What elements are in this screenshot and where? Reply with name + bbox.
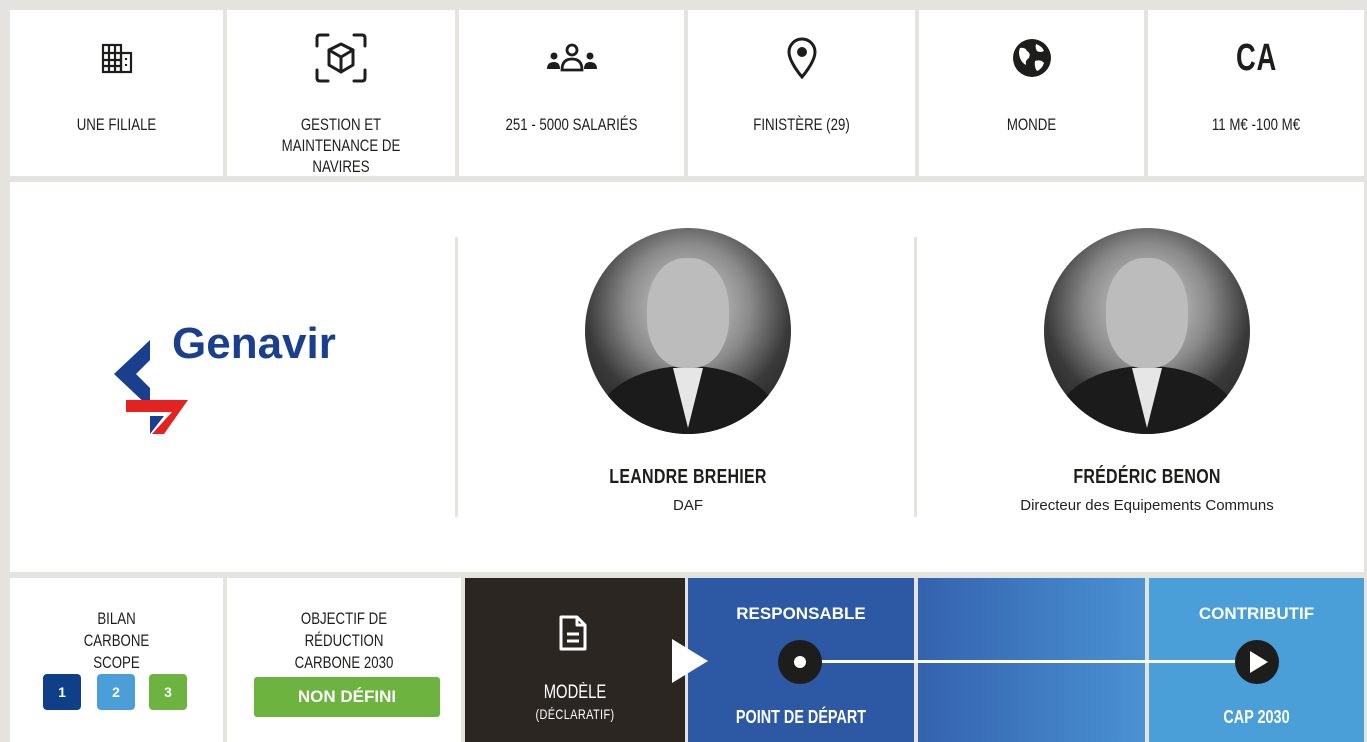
stat-label: MONDE [1006,115,1057,134]
stat-revenue: CA 11 M€ -100 M€ [1148,10,1364,176]
person-card: LEANDRE BREHIER DAF [528,228,848,514]
stat-structure: UNE FILIALE [10,10,223,176]
stat-location: FINISTÈRE (29) [688,10,915,176]
person-card: FRÉDÉRIC BENON Directeur des Equipements… [987,228,1307,514]
stat-employees: 251 - 5000 SALARIÉS [459,10,684,176]
logo-text: Genavir [172,319,336,368]
building-icon [87,36,147,80]
ca-text-icon: CA [1226,36,1286,80]
objectif-cell: OBJECTIF DE RÉDUCTION CARBONE 2030 NON D… [227,578,461,742]
scope-badge: 3 [149,674,187,710]
bilan-title: BILAN CARBONE SCOPE [83,609,150,672]
divider [914,237,917,517]
person-name: FRÉDÉRIC BENON [1073,466,1221,488]
trajectory-start-caption: POINT DE DÉPART [735,707,867,727]
person-role: Directeur des Equipements Communs [1020,497,1274,514]
ca-text: CA [1235,36,1277,79]
avatar [585,228,791,434]
scope-badge: 1 [43,674,81,710]
stat-label: 251 - 5000 SALARIÉS [505,115,638,134]
company-section: Genavir LEANDRE BREHIER DAF FRÉDÉRIC BEN… [10,182,1364,572]
location-pin-icon [772,36,832,80]
person-role: DAF [673,497,703,514]
start-point-icon [776,638,824,691]
company-logo: Genavir [102,312,382,462]
play-triangle-icon [670,637,710,690]
person-name: LEANDRE BREHIER [609,466,767,488]
divider [455,237,458,517]
modele-title: MODÈLE [543,682,607,703]
people-icon [542,36,602,80]
trajectory-end-caption: CAP 2030 [1223,707,1290,727]
objectif-badge: NON DÉFINI [254,677,440,717]
box-scan-icon [311,33,371,83]
avatar [1044,228,1250,434]
trajectory-start-label: RESPONSABLE [736,604,866,623]
stat-label: FINISTÈRE (29) [753,115,850,134]
modele-cell: MODÈLE (DÉCLARATIF) [465,578,685,742]
end-arrow-icon [1233,638,1281,691]
stat-label: GESTION ET MAINTENANCE DE NAVIRES [281,115,401,176]
modele-subtitle: (DÉCLARATIF) [535,706,615,722]
stat-sector: GESTION ET MAINTENANCE DE NAVIRES [227,10,455,176]
globe-icon [1002,36,1062,80]
document-icon [558,614,588,657]
trajectory-end-label: CONTRIBUTIF [1198,604,1315,623]
scope-badge: 2 [97,674,135,710]
bilan-carbone-cell: BILAN CARBONE SCOPE 1 2 3 [10,578,223,742]
objectif-title: OBJECTIF DE RÉDUCTION CARBONE 2030 [294,609,394,672]
stat-scope: MONDE [919,10,1144,176]
stat-label: 11 M€ -100 M€ [1211,115,1301,134]
stat-label: UNE FILIALE [76,115,157,134]
trajectory-line [800,660,1260,663]
